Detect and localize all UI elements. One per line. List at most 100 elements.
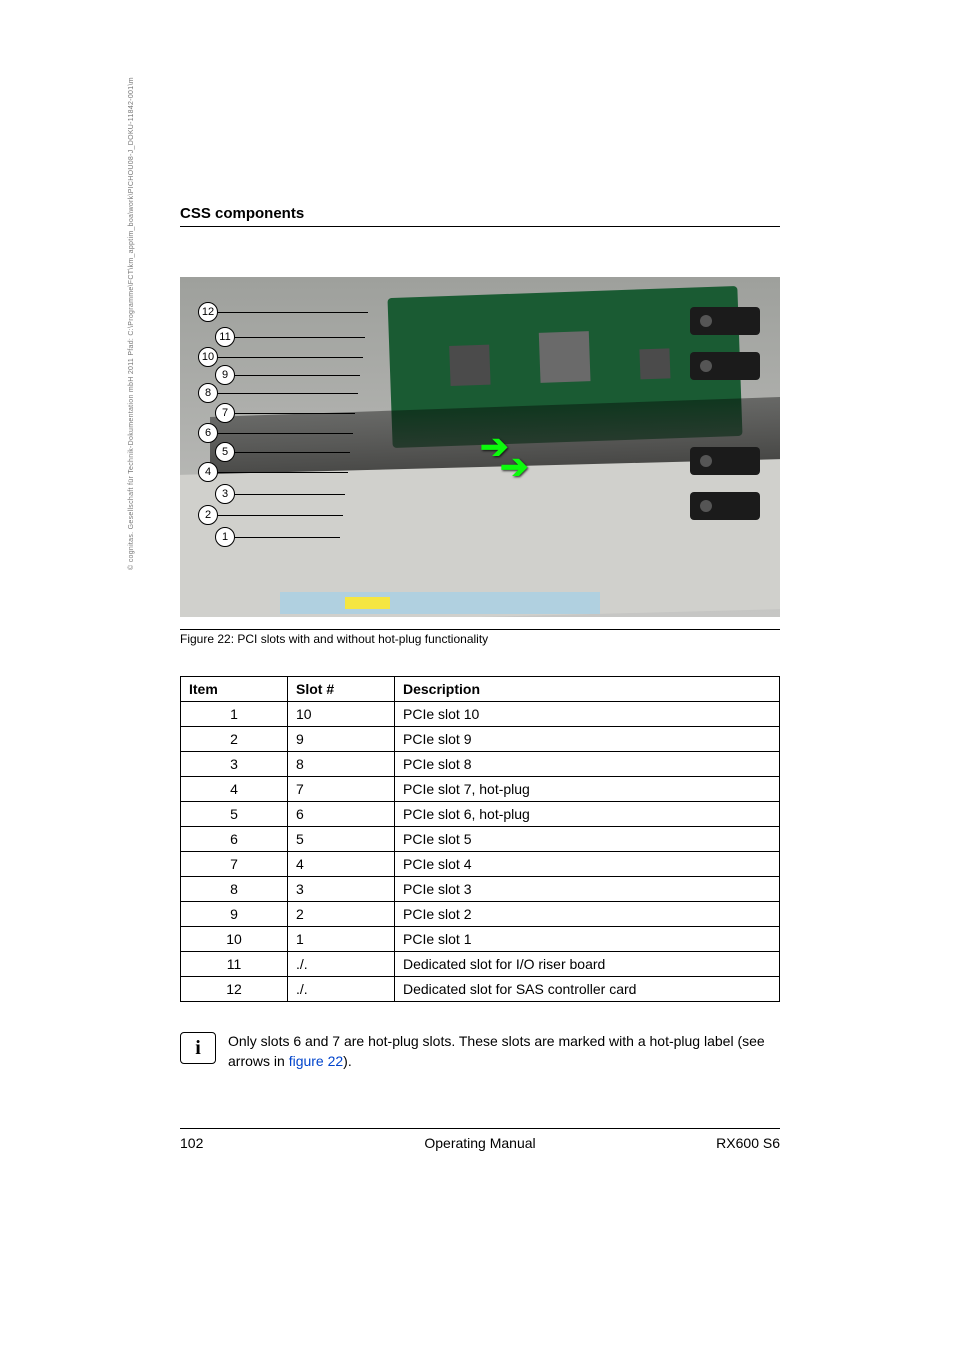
callout-circle: 3 <box>215 484 235 504</box>
table-row: 65PCIe slot 5 <box>181 827 780 852</box>
cell-item: 6 <box>181 827 288 852</box>
chip-shape <box>539 331 591 383</box>
cell-slot: 8 <box>288 752 395 777</box>
page-number: 102 <box>180 1135 203 1151</box>
callout-circle: 8 <box>198 383 218 403</box>
figure-caption: Figure 22: PCI slots with and without ho… <box>180 629 780 646</box>
callout-5: 5 <box>215 442 350 462</box>
cell-item: 5 <box>181 802 288 827</box>
callout-circle: 10 <box>198 347 218 367</box>
table-row: 110PCIe slot 10 <box>181 702 780 727</box>
info-text: Only slots 6 and 7 are hot-plug slots. T… <box>228 1032 780 1071</box>
callout-9: 9 <box>215 365 360 385</box>
cell-desc: PCIe slot 3 <box>395 877 780 902</box>
table-row: 38PCIe slot 8 <box>181 752 780 777</box>
drive-shape <box>690 492 760 520</box>
cell-desc: PCIe slot 7, hot-plug <box>395 777 780 802</box>
cell-desc: PCIe slot 6, hot-plug <box>395 802 780 827</box>
cell-desc: Dedicated slot for SAS controller card <box>395 977 780 1002</box>
table-row: 29PCIe slot 9 <box>181 727 780 752</box>
callout-circle: 7 <box>215 403 235 423</box>
table-row: 56PCIe slot 6, hot-plug <box>181 802 780 827</box>
copyright-side-text: © cognitas. Gesellschaft für Technik-Dok… <box>128 77 135 570</box>
cell-desc: PCIe slot 2 <box>395 902 780 927</box>
cell-slot: 10 <box>288 702 395 727</box>
cell-item: 8 <box>181 877 288 902</box>
cell-item: 9 <box>181 902 288 927</box>
col-header-desc: Description <box>395 677 780 702</box>
figure-22-image: ➔ ➔ 12 11 10 9 8 <box>180 277 780 627</box>
callout-11: 11 <box>215 327 365 347</box>
callout-4: 4 <box>198 462 348 482</box>
info-icon: i <box>180 1032 216 1064</box>
footer-model: RX600 S6 <box>716 1135 780 1151</box>
cell-slot: 5 <box>288 827 395 852</box>
callout-circle: 6 <box>198 423 218 443</box>
cell-desc: PCIe slot 5 <box>395 827 780 852</box>
callout-circle: 2 <box>198 505 218 525</box>
callout-7: 7 <box>215 403 355 423</box>
label-strip <box>280 592 600 614</box>
yellow-label <box>345 597 390 609</box>
table-header-row: Item Slot # Description <box>181 677 780 702</box>
col-header-item: Item <box>181 677 288 702</box>
cell-item: 3 <box>181 752 288 777</box>
drive-shape <box>690 447 760 475</box>
col-header-slot: Slot # <box>288 677 395 702</box>
cell-item: 12 <box>181 977 288 1002</box>
callout-circle: 4 <box>198 462 218 482</box>
table-row: 47PCIe slot 7, hot-plug <box>181 777 780 802</box>
callout-1: 1 <box>215 527 340 547</box>
callout-circle: 1 <box>215 527 235 547</box>
cell-item: 7 <box>181 852 288 877</box>
page-footer: 102 Operating Manual RX600 S6 <box>180 1128 780 1151</box>
cell-slot: 6 <box>288 802 395 827</box>
callout-3: 3 <box>215 484 345 504</box>
cell-slot: 9 <box>288 727 395 752</box>
hotplug-arrow-icon: ➔ <box>500 447 529 487</box>
cell-slot: 1 <box>288 927 395 952</box>
cell-slot: ./. <box>288 977 395 1002</box>
callout-circle: 12 <box>198 302 218 322</box>
cell-desc: Dedicated slot for I/O riser board <box>395 952 780 977</box>
info-note: i Only slots 6 and 7 are hot-plug slots.… <box>180 1032 780 1071</box>
callout-circle: 9 <box>215 365 235 385</box>
callout-2: 2 <box>198 505 343 525</box>
callout-10: 10 <box>198 347 363 367</box>
cell-item: 4 <box>181 777 288 802</box>
table-row: 11./.Dedicated slot for I/O riser board <box>181 952 780 977</box>
cell-item: 1 <box>181 702 288 727</box>
figure-22-link[interactable]: figure 22 <box>289 1053 343 1069</box>
callout-6: 6 <box>198 423 353 443</box>
cell-slot: ./. <box>288 952 395 977</box>
table-row: 92PCIe slot 2 <box>181 902 780 927</box>
pci-slot-table: Item Slot # Description 110PCIe slot 102… <box>180 676 780 1002</box>
cell-desc: PCIe slot 8 <box>395 752 780 777</box>
cell-slot: 4 <box>288 852 395 877</box>
section-title: CSS components <box>180 205 780 227</box>
chip-shape <box>449 345 490 386</box>
table-row: 12./.Dedicated slot for SAS controller c… <box>181 977 780 1002</box>
chip-shape <box>639 348 670 379</box>
cell-desc: PCIe slot 10 <box>395 702 780 727</box>
info-text-after: ). <box>343 1053 352 1069</box>
drive-shape <box>690 307 760 335</box>
footer-center: Operating Manual <box>424 1135 535 1151</box>
callout-12: 12 <box>198 302 368 322</box>
cell-item: 10 <box>181 927 288 952</box>
table-row: 101PCIe slot 1 <box>181 927 780 952</box>
cell-item: 2 <box>181 727 288 752</box>
cell-desc: PCIe slot 1 <box>395 927 780 952</box>
cell-slot: 2 <box>288 902 395 927</box>
callout-circle: 11 <box>215 327 235 347</box>
cell-item: 11 <box>181 952 288 977</box>
cell-desc: PCIe slot 9 <box>395 727 780 752</box>
table-row: 74PCIe slot 4 <box>181 852 780 877</box>
table-row: 83PCIe slot 3 <box>181 877 780 902</box>
callout-circle: 5 <box>215 442 235 462</box>
callout-8: 8 <box>198 383 358 403</box>
cell-slot: 3 <box>288 877 395 902</box>
drive-shape <box>690 352 760 380</box>
cell-slot: 7 <box>288 777 395 802</box>
cell-desc: PCIe slot 4 <box>395 852 780 877</box>
